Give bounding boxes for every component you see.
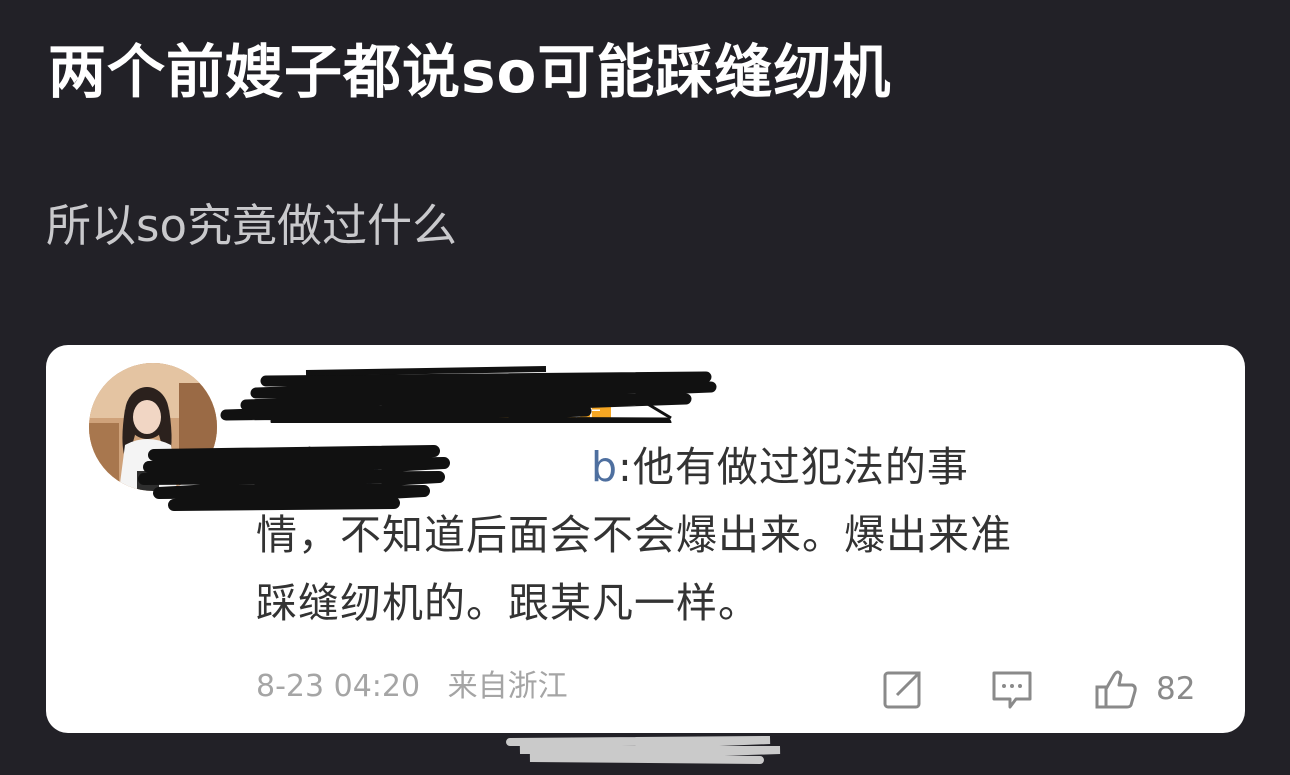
- mention-scribble: [138, 445, 450, 511]
- comment-actions: [46, 667, 1245, 711]
- comment-icon[interactable]: [990, 667, 1034, 711]
- post-body: 所以so究竟做过什么: [46, 199, 457, 252]
- username-redacted: 博士: [166, 363, 726, 423]
- like-count: 82: [1156, 671, 1196, 707]
- bottom-scribble: [506, 736, 781, 764]
- comment-line-3: 踩缝纫机的。跟某凡一样。: [256, 579, 760, 627]
- like-icon[interactable]: [1094, 667, 1138, 711]
- username-scribble: 博士: [220, 366, 717, 423]
- comment-screenshot-card: 博士 回复@ b:他有做过犯法的事 情，不知道后面会不会爆出来。爆出来准 踩缝纫机…: [46, 345, 1245, 733]
- mention-tail: b: [590, 443, 618, 491]
- post-title: 两个前嫂子都说so可能踩缝纫机: [48, 38, 892, 106]
- share-icon[interactable]: [881, 667, 925, 711]
- comment-text-line1: :他有做过犯法的事: [618, 443, 969, 491]
